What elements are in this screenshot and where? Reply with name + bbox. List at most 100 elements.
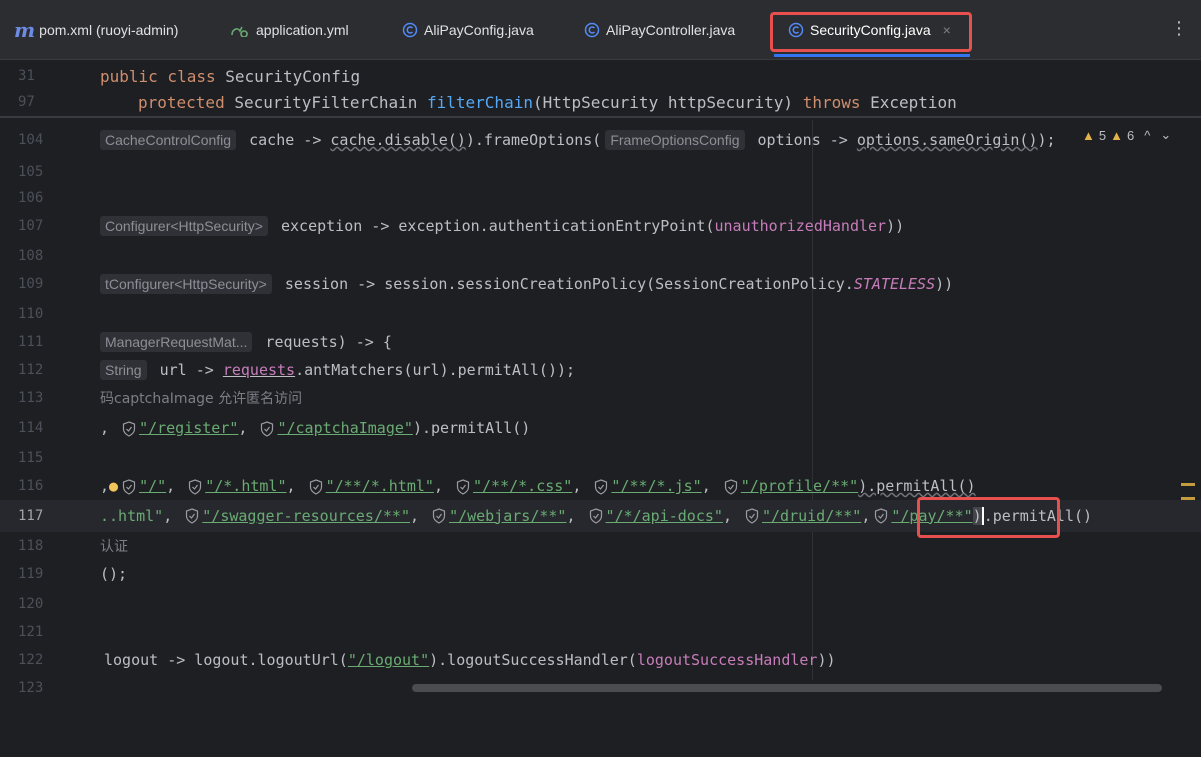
field-ref: unauthorizedHandler bbox=[714, 217, 887, 235]
url-string: "/logout" bbox=[347, 651, 430, 669]
security-shield-icon bbox=[432, 508, 446, 524]
code-line-107[interactable]: 107 Configurer<HttpSecurity> exception -… bbox=[0, 210, 1201, 242]
url-string: "/webjars/**" bbox=[449, 506, 567, 525]
security-shield-icon bbox=[261, 420, 274, 437]
type-hint: CacheControlConfig bbox=[100, 130, 237, 150]
code-line-119[interactable]: 119 (); bbox=[0, 558, 1201, 590]
code-line-104[interactable]: 104 CacheControlConfig cache -> cache.di… bbox=[0, 124, 1201, 156]
code-text: , bbox=[572, 477, 591, 495]
code-text: )) bbox=[817, 651, 836, 669]
tab-label: application.yml bbox=[256, 22, 349, 38]
line-number: 118 bbox=[18, 538, 44, 554]
lightbulb-icon[interactable]: ● bbox=[109, 477, 118, 495]
code-text: (); bbox=[100, 565, 128, 583]
code-text: ).frameOptions( bbox=[465, 131, 602, 149]
code-text: , bbox=[100, 419, 119, 437]
method-name: filterChain bbox=[427, 92, 533, 112]
scrollbar-warning-marker[interactable] bbox=[1181, 497, 1195, 500]
code-text: .antMatchers(url).permitAll()); bbox=[295, 361, 576, 379]
line-number: 109 bbox=[18, 276, 44, 292]
url-string: "/captchaImage" bbox=[277, 419, 413, 437]
line-number: 113 bbox=[18, 390, 44, 406]
java-class-icon bbox=[402, 22, 418, 38]
security-shield-icon bbox=[456, 478, 470, 495]
code-line-109[interactable]: 109 tConfigurer<HttpSecurity> session ->… bbox=[0, 268, 1201, 300]
code-text: , bbox=[286, 477, 305, 495]
type-hint: FrameOptionsConfig bbox=[605, 130, 745, 150]
tab-label: AliPayConfig.java bbox=[424, 22, 534, 38]
url-string: "/register" bbox=[139, 419, 239, 437]
tab-label: AliPayController.java bbox=[606, 22, 736, 38]
line-number: 115 bbox=[18, 450, 44, 466]
security-shield-icon bbox=[875, 508, 888, 524]
code-line-114[interactable]: 114 , "/register", "/captchaImage").perm… bbox=[0, 412, 1201, 444]
code-text: , bbox=[410, 506, 429, 525]
keyword: protected bbox=[138, 92, 225, 112]
field-ref: requests bbox=[222, 361, 296, 379]
code-text: ).logoutSuccessHandler( bbox=[429, 651, 637, 669]
method-args: (HttpSecurity httpSecurity) bbox=[532, 92, 803, 112]
code-line-113[interactable]: 113 码captchaImage 允许匿名访问 bbox=[0, 382, 1201, 414]
type-name: SecurityFilterChain bbox=[224, 92, 427, 112]
code-text: requests) -> { bbox=[256, 333, 392, 351]
line-number: 106 bbox=[18, 190, 44, 206]
tab-label: pom.xml (ruoyi-admin) bbox=[39, 22, 179, 38]
security-shield-icon bbox=[309, 478, 322, 495]
maven-icon: m bbox=[14, 18, 36, 42]
java-class-icon bbox=[584, 22, 600, 38]
code-text: )) bbox=[886, 217, 905, 235]
line-number: 97 bbox=[18, 94, 35, 110]
url-string: "/**/*.js" bbox=[611, 477, 702, 495]
code-text: options -> bbox=[748, 131, 857, 149]
yaml-icon bbox=[230, 23, 250, 37]
code-text: url -> bbox=[150, 361, 223, 379]
scrollbar-warning-marker[interactable] bbox=[1181, 483, 1195, 486]
field-ref: logoutSuccessHandler bbox=[636, 651, 818, 669]
code-text: cache -> bbox=[240, 131, 331, 149]
line-number: 107 bbox=[18, 218, 44, 234]
code-text: , bbox=[861, 506, 871, 525]
line-number: 117 bbox=[18, 508, 44, 524]
tab-highlight-box bbox=[770, 12, 972, 52]
line-number: 123 bbox=[18, 680, 44, 696]
code-text: , bbox=[238, 419, 257, 437]
horizontal-scrollbar[interactable] bbox=[412, 684, 1162, 692]
line-number: 31 bbox=[18, 68, 35, 84]
code-text: cache.disable() bbox=[330, 131, 466, 149]
url-string: "/**/*.css" bbox=[473, 477, 573, 495]
more-options-icon[interactable]: ⋮ bbox=[1170, 18, 1188, 39]
code-text: , bbox=[433, 477, 452, 495]
line-number: 108 bbox=[18, 248, 44, 264]
code-text: ).permitAll() bbox=[412, 419, 531, 437]
code-text: , bbox=[166, 477, 185, 495]
security-shield-icon bbox=[122, 420, 136, 437]
line-number: 121 bbox=[18, 624, 44, 640]
security-shield-icon bbox=[724, 478, 737, 495]
line-number: 114 bbox=[18, 420, 44, 436]
tab-alipaycontroller-java[interactable]: AliPayController.java bbox=[584, 0, 735, 60]
exception-type: Exception bbox=[860, 92, 957, 112]
tab-pom-xml[interactable]: m pom.xml (ruoyi-admin) bbox=[14, 0, 178, 60]
code-text: , bbox=[163, 506, 182, 525]
sticky-divider bbox=[0, 116, 1201, 118]
line-number: 111 bbox=[18, 334, 44, 350]
url-string: "/druid/**" bbox=[762, 506, 862, 525]
sticky-line-97[interactable]: 97 protected SecurityFilterChain filterC… bbox=[0, 86, 1201, 118]
editor-tab-bar: m pom.xml (ruoyi-admin) application.yml … bbox=[0, 0, 1201, 60]
active-tab-indicator bbox=[774, 54, 970, 57]
tab-alipayconfig-java[interactable]: AliPayConfig.java bbox=[402, 0, 534, 60]
keyword: public class bbox=[100, 66, 216, 86]
url-string: ..html" bbox=[100, 506, 164, 525]
code-editor[interactable]: 31 public class SecurityConfig ▲ 5 ▲ 6 ^ ⌄… bbox=[0, 60, 1201, 757]
line-number: 116 bbox=[18, 478, 44, 494]
code-text: )) bbox=[935, 275, 954, 293]
type-hint: tConfigurer<HttpSecurity> bbox=[100, 274, 272, 294]
line-number: 105 bbox=[18, 164, 44, 180]
tab-application-yml[interactable]: application.yml bbox=[230, 0, 349, 60]
security-shield-icon bbox=[186, 508, 199, 524]
line-number: 110 bbox=[18, 306, 44, 322]
keyword: throws bbox=[802, 92, 861, 112]
type-hint: ManagerRequestMat... bbox=[100, 332, 253, 352]
line-number: 122 bbox=[18, 652, 44, 668]
line-number: 119 bbox=[18, 566, 44, 582]
